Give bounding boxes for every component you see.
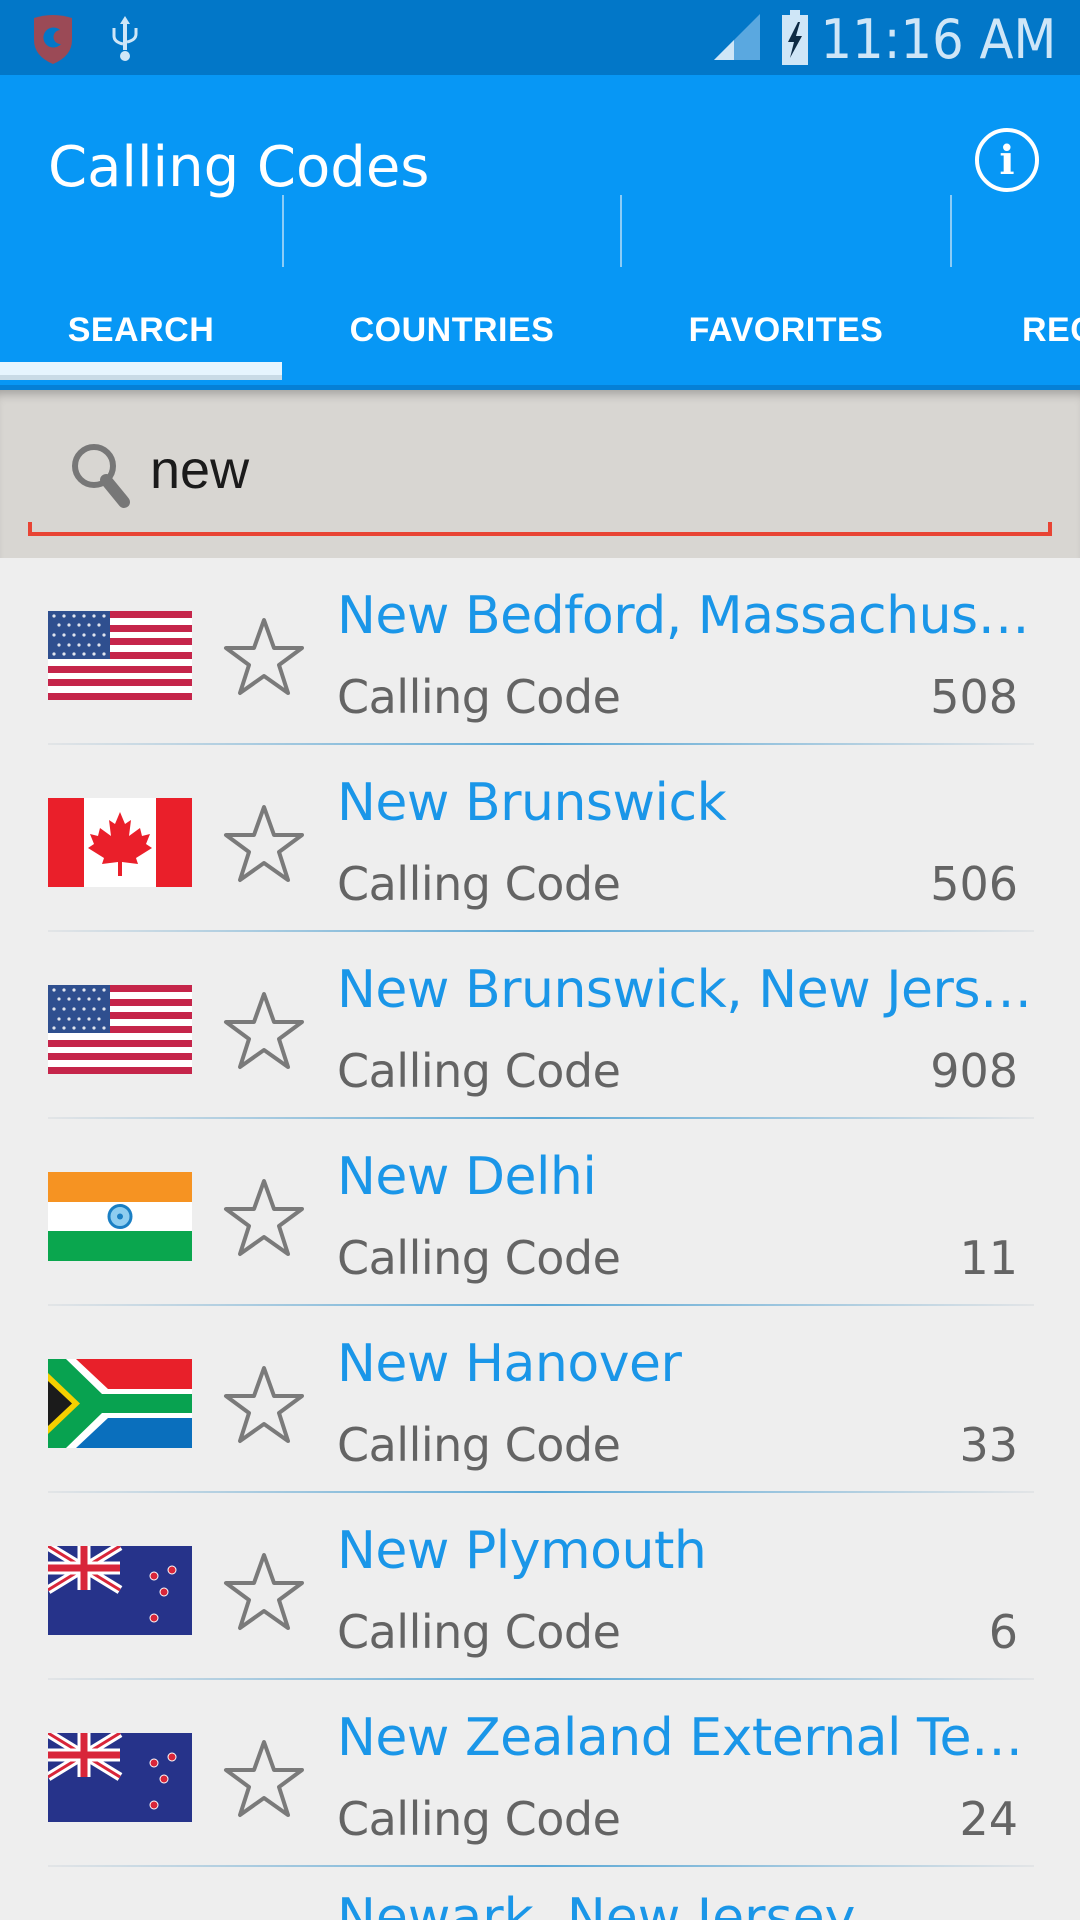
calling-code-value: 33 xyxy=(959,1418,1018,1472)
result-name: New Zealand External Territ... xyxy=(337,1708,1037,1768)
search-underline xyxy=(28,522,1052,536)
calling-code-value: 24 xyxy=(959,1792,1018,1846)
battery-charging-icon xyxy=(782,10,808,65)
result-name-partial[interactable]: Newark, New Jersey xyxy=(337,1892,855,1920)
app-bar: Calling Codes i SEARCH COUNTRIES FAVORIT… xyxy=(0,75,1080,390)
calling-code-value: 11 xyxy=(959,1231,1018,1285)
calling-code-label: Calling Code xyxy=(337,1231,621,1285)
row-divider xyxy=(48,1865,1034,1867)
calling-code-value: 6 xyxy=(988,1605,1018,1659)
result-name: New Bedford, Massachuse... xyxy=(337,586,1037,646)
favorite-star-icon[interactable] xyxy=(222,1551,306,1631)
calling-code-label: Calling Code xyxy=(337,1605,621,1659)
result-name: New Delhi xyxy=(337,1147,597,1207)
favorite-star-icon[interactable] xyxy=(222,1177,306,1257)
flag-us-icon xyxy=(48,611,192,700)
info-button[interactable]: i xyxy=(975,128,1039,192)
signal-icon xyxy=(714,14,760,60)
flag-us-icon xyxy=(48,985,192,1074)
result-name: New Brunswick xyxy=(337,773,727,833)
flag-ca-icon xyxy=(48,798,192,887)
flag-nz-icon xyxy=(48,1546,192,1635)
usb-icon xyxy=(112,16,138,61)
list-item[interactable]: New Zealand External Territ... Calling C… xyxy=(0,1680,1080,1867)
list-item[interactable]: New Hanover Calling Code 33 xyxy=(0,1306,1080,1493)
favorite-star-icon[interactable] xyxy=(222,616,306,696)
flag-za-icon xyxy=(48,1359,192,1448)
favorite-star-icon[interactable] xyxy=(222,803,306,883)
result-name: New Brunswick, New Jersey xyxy=(337,960,1037,1020)
favorite-star-icon[interactable] xyxy=(222,990,306,1070)
shield-app-icon xyxy=(34,15,72,64)
tab-separator xyxy=(620,195,622,267)
result-name: New Hanover xyxy=(337,1334,682,1394)
tab-selected-indicator xyxy=(0,362,282,380)
status-bar: 11:16 AM xyxy=(0,0,1080,75)
favorite-star-icon[interactable] xyxy=(222,1738,306,1818)
flag-nz-icon xyxy=(48,1733,192,1822)
calling-code-label: Calling Code xyxy=(337,1792,621,1846)
calling-code-label: Calling Code xyxy=(337,670,621,724)
list-item[interactable]: New Plymouth Calling Code 6 xyxy=(0,1493,1080,1680)
calling-code-label: Calling Code xyxy=(337,1044,621,1098)
calling-code-label: Calling Code xyxy=(337,1418,621,1472)
tab-separator xyxy=(282,195,284,267)
calling-code-value: 908 xyxy=(930,1044,1018,1098)
search-input[interactable] xyxy=(150,430,1030,510)
info-icon: i xyxy=(999,136,1015,184)
list-item[interactable]: New Brunswick, New Jersey Calling Code 9… xyxy=(0,932,1080,1119)
search-bar xyxy=(0,390,1080,558)
calling-code-value: 506 xyxy=(930,857,1018,911)
list-item[interactable]: New Bedford, Massachuse... Calling Code … xyxy=(0,558,1080,745)
search-icon xyxy=(72,444,130,508)
calling-code-label: Calling Code xyxy=(337,857,621,911)
tab-separator xyxy=(950,195,952,267)
app-title: Calling Codes xyxy=(48,135,430,200)
result-name: New Plymouth xyxy=(337,1521,707,1581)
tab-favorites[interactable]: FAVORITES xyxy=(622,275,950,385)
list-item[interactable]: New Delhi Calling Code 11 xyxy=(0,1119,1080,1306)
clock: 11:16 AM xyxy=(820,8,1056,71)
tab-countries[interactable]: COUNTRIES xyxy=(284,275,620,385)
flag-in-icon xyxy=(48,1172,192,1261)
favorite-star-icon[interactable] xyxy=(222,1364,306,1444)
calling-code-value: 508 xyxy=(930,670,1018,724)
tab-recent[interactable]: REC xyxy=(1022,275,1080,385)
list-item[interactable]: New Brunswick Calling Code 506 xyxy=(0,745,1080,932)
